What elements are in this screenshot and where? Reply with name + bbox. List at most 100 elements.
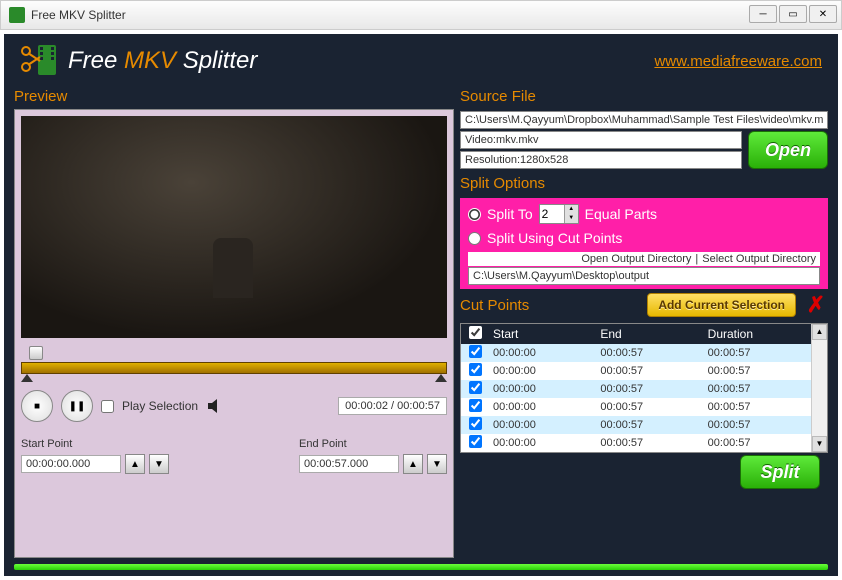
app-title-mid: MKV bbox=[124, 47, 176, 74]
open-output-dir-link[interactable]: Open Output Directory bbox=[581, 253, 691, 265]
scroll-up[interactable]: ▲ bbox=[812, 324, 827, 340]
col-duration: Duration bbox=[704, 327, 811, 341]
row-checkbox[interactable] bbox=[469, 363, 482, 376]
cell-duration: 00:00:57 bbox=[704, 365, 811, 377]
cell-duration: 00:00:57 bbox=[704, 419, 811, 431]
delete-cutpoint-button[interactable]: ✗ bbox=[804, 293, 828, 317]
selection-start-marker[interactable] bbox=[21, 374, 33, 382]
table-row[interactable]: 00:00:0000:00:5700:00:57 bbox=[461, 416, 811, 434]
app-title-pre: Free bbox=[68, 47, 124, 74]
window-title: Free MKV Splitter bbox=[31, 8, 126, 22]
table-row[interactable]: 00:00:0000:00:5700:00:57 bbox=[461, 344, 811, 362]
spinner-up[interactable]: ▲ bbox=[564, 205, 578, 214]
volume-icon[interactable] bbox=[206, 396, 226, 416]
split-to-label: Split To bbox=[487, 206, 533, 222]
cell-start: 00:00:00 bbox=[489, 401, 596, 413]
add-selection-button[interactable]: Add Current Selection bbox=[647, 293, 796, 317]
total-time: 00:00:57 bbox=[397, 400, 440, 412]
status-bar bbox=[14, 564, 828, 570]
selection-track[interactable] bbox=[21, 362, 447, 374]
app-title: Free MKV Splitter bbox=[68, 47, 257, 75]
start-point-up[interactable]: ▲ bbox=[125, 454, 145, 474]
split-cutpoints-radio[interactable] bbox=[468, 232, 481, 245]
close-button[interactable]: ✕ bbox=[809, 5, 837, 23]
split-button[interactable]: Split bbox=[740, 455, 820, 489]
current-time: 00:00:02 bbox=[345, 400, 388, 412]
split-cutpoints-label: Split Using Cut Points bbox=[487, 230, 622, 246]
start-point-input[interactable] bbox=[21, 455, 121, 473]
pause-button[interactable]: ❚❚ bbox=[61, 390, 93, 422]
playhead-handle[interactable] bbox=[29, 346, 43, 360]
split-options-title: Split Options bbox=[460, 175, 828, 192]
selection-end-marker[interactable] bbox=[435, 374, 447, 382]
source-path-input[interactable] bbox=[460, 111, 828, 129]
select-all-checkbox[interactable] bbox=[469, 326, 482, 339]
cell-end: 00:00:57 bbox=[596, 437, 703, 449]
table-row[interactable]: 00:00:0000:00:5700:00:57 bbox=[461, 380, 811, 398]
scroll-down[interactable]: ▼ bbox=[812, 436, 827, 452]
row-checkbox[interactable] bbox=[469, 399, 482, 412]
cell-duration: 00:00:57 bbox=[704, 401, 811, 413]
cell-end: 00:00:57 bbox=[596, 383, 703, 395]
cell-start: 00:00:00 bbox=[489, 383, 596, 395]
cell-duration: 00:00:57 bbox=[704, 347, 811, 359]
start-point-label: Start Point bbox=[21, 438, 169, 450]
maximize-button[interactable]: ▭ bbox=[779, 5, 807, 23]
spinner-down[interactable]: ▼ bbox=[564, 214, 578, 223]
split-options-panel: Split To 2 ▲▼ Equal Parts Split Using Cu… bbox=[460, 198, 828, 289]
cell-duration: 00:00:57 bbox=[704, 383, 811, 395]
col-start: Start bbox=[489, 327, 596, 341]
video-preview[interactable] bbox=[21, 116, 447, 338]
time-readout: 00:00:02 / 00:00:57 bbox=[338, 397, 447, 415]
cell-end: 00:00:57 bbox=[596, 401, 703, 413]
end-point-down[interactable]: ▼ bbox=[427, 454, 447, 474]
table-row[interactable]: 00:00:0000:00:5700:00:57 bbox=[461, 434, 811, 452]
split-count-value: 2 bbox=[542, 207, 549, 221]
app-frame: Free MKV Splitter www.mediafreeware.com … bbox=[4, 34, 838, 576]
timeline[interactable] bbox=[21, 346, 447, 378]
preview-title: Preview bbox=[14, 88, 454, 105]
table-row[interactable]: 00:00:0000:00:5700:00:57 bbox=[461, 362, 811, 380]
source-title: Source File bbox=[460, 88, 828, 105]
preview-panel: ■ ❚❚ Play Selection 00:00:02 / 00:00:57 … bbox=[14, 109, 454, 558]
source-video-info bbox=[460, 131, 742, 149]
play-selection-checkbox[interactable] bbox=[101, 400, 114, 413]
cell-end: 00:00:57 bbox=[596, 365, 703, 377]
table-scrollbar[interactable]: ▲ ▼ bbox=[811, 324, 827, 452]
output-path-input[interactable] bbox=[468, 267, 820, 285]
split-count-spinner[interactable]: 2 ▲▼ bbox=[539, 204, 579, 224]
cell-start: 00:00:00 bbox=[489, 437, 596, 449]
cut-points-table: Start End Duration 00:00:0000:00:5700:00… bbox=[460, 323, 828, 453]
start-point-down[interactable]: ▼ bbox=[149, 454, 169, 474]
cell-start: 00:00:00 bbox=[489, 419, 596, 431]
end-point-up[interactable]: ▲ bbox=[403, 454, 423, 474]
row-checkbox[interactable] bbox=[469, 381, 482, 394]
row-checkbox[interactable] bbox=[469, 435, 482, 448]
window-titlebar: Free MKV Splitter ─ ▭ ✕ bbox=[0, 0, 842, 30]
cut-points-title: Cut Points bbox=[460, 297, 639, 314]
end-point-input[interactable] bbox=[299, 455, 399, 473]
minimize-button[interactable]: ─ bbox=[749, 5, 777, 23]
cell-end: 00:00:57 bbox=[596, 419, 703, 431]
end-point-label: End Point bbox=[299, 438, 447, 450]
table-row[interactable]: 00:00:0000:00:5700:00:57 bbox=[461, 398, 811, 416]
select-output-dir-link[interactable]: Select Output Directory bbox=[702, 253, 816, 265]
app-header: Free MKV Splitter www.mediafreeware.com bbox=[6, 36, 836, 86]
cell-start: 00:00:00 bbox=[489, 347, 596, 359]
table-header: Start End Duration bbox=[461, 324, 811, 344]
play-selection-label: Play Selection bbox=[122, 399, 198, 413]
cell-start: 00:00:00 bbox=[489, 365, 596, 377]
split-to-radio[interactable] bbox=[468, 208, 481, 221]
app-title-post: Splitter bbox=[176, 47, 257, 74]
website-link[interactable]: www.mediafreeware.com bbox=[654, 53, 822, 70]
cell-duration: 00:00:57 bbox=[704, 437, 811, 449]
app-icon bbox=[9, 7, 25, 23]
equal-parts-label: Equal Parts bbox=[585, 206, 657, 222]
row-checkbox[interactable] bbox=[469, 345, 482, 358]
col-end: End bbox=[596, 327, 703, 341]
row-checkbox[interactable] bbox=[469, 417, 482, 430]
open-button[interactable]: Open bbox=[748, 131, 828, 169]
stop-button[interactable]: ■ bbox=[21, 390, 53, 422]
cell-end: 00:00:57 bbox=[596, 347, 703, 359]
source-resolution-info bbox=[460, 151, 742, 169]
